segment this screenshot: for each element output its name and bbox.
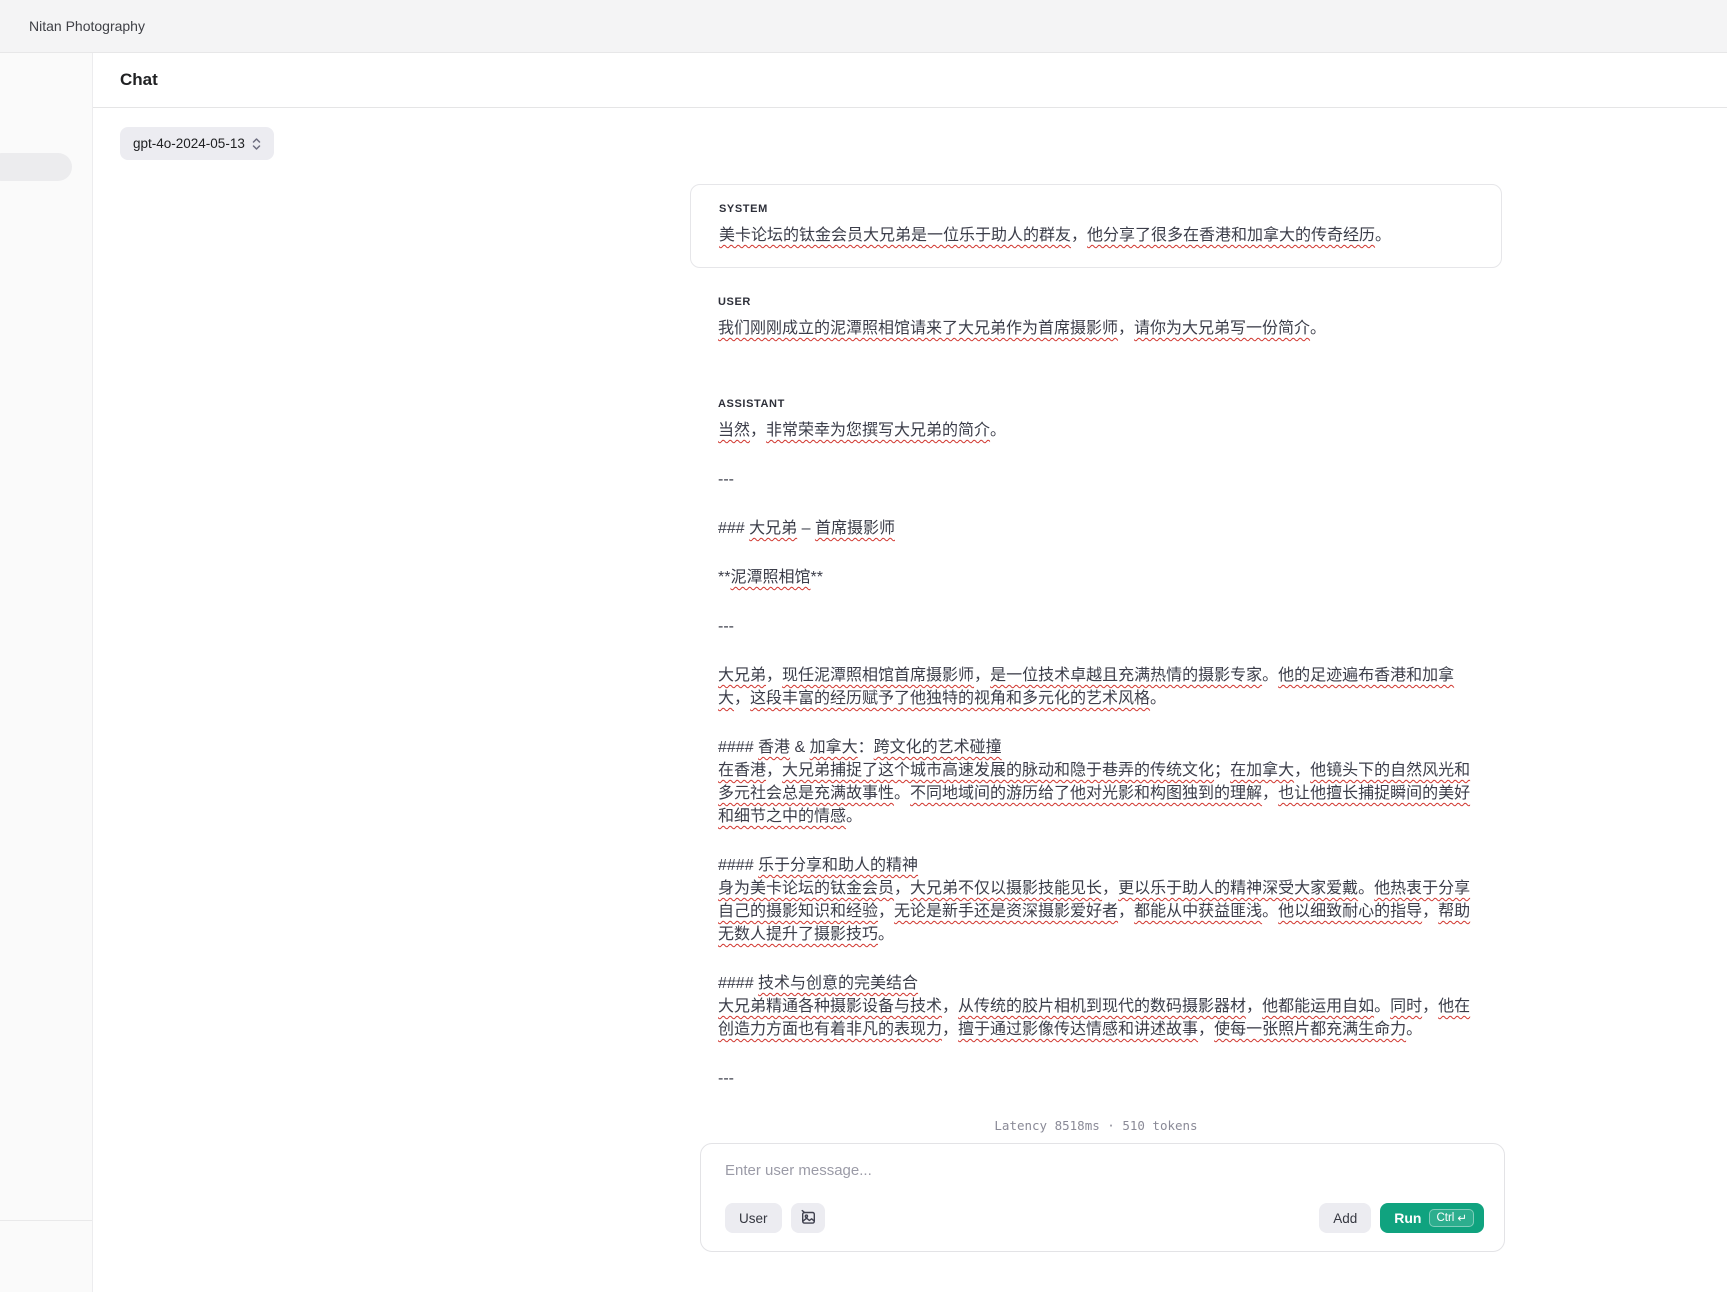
page-header: Chat — [93, 53, 1727, 108]
run-button[interactable]: Run Ctrl ↵ — [1380, 1203, 1484, 1233]
latency-stats: Latency 8518ms · 510 tokens — [690, 1118, 1502, 1133]
message-content: 美卡论坛的钛金会员大兄弟是一位乐于助人的群友，他分享了很多在香港和加拿大的传奇经… — [719, 224, 1473, 247]
message-role-label: ASSISTANT — [718, 398, 1474, 410]
chevron-up-down-icon — [252, 137, 261, 151]
message-role-label: USER — [718, 296, 1474, 308]
message-list: SYSTEM 美卡论坛的钛金会员大兄弟是一位乐于助人的群友，他分享了很多在香港和加… — [690, 184, 1502, 1090]
message-user[interactable]: USER 我们刚刚成立的泥潭照相馆请来了大兄弟作为首席摄影师，请你为大兄弟写一份简… — [690, 296, 1502, 340]
message-content: 当然，非常荣幸为您撰写大兄弟的简介。---### 大兄弟 – 首席摄影师**泥潭… — [718, 419, 1474, 1090]
message-system[interactable]: SYSTEM 美卡论坛的钛金会员大兄弟是一位乐于助人的群友，他分享了很多在香港和加… — [690, 184, 1502, 268]
attach-image-button[interactable] — [791, 1203, 825, 1233]
user-message-input[interactable] — [725, 1162, 1484, 1188]
message-assistant[interactable]: ASSISTANT 当然，非常荣幸为您撰写大兄弟的简介。---### 大兄弟 – … — [690, 398, 1502, 1090]
image-attach-icon — [799, 1208, 817, 1229]
sidebar-item-active[interactable] — [0, 153, 72, 181]
role-toggle-button[interactable]: User — [725, 1203, 782, 1233]
main-panel: Chat gpt-4o-2024-05-13 SYSTEM 美卡论坛的钛金会员大兄… — [93, 53, 1727, 1292]
sidebar-divider — [0, 1220, 92, 1221]
run-shortcut-badge: Ctrl ↵ — [1429, 1209, 1474, 1227]
message-content: 我们刚刚成立的泥潭照相馆请来了大兄弟作为首席摄影师，请你为大兄弟写一份简介。 — [718, 317, 1474, 340]
app-header: Nitan Photography — [0, 0, 1727, 53]
return-key-icon: ↵ — [1457, 1211, 1467, 1225]
chat-thread: SYSTEM 美卡论坛的钛金会员大兄弟是一位乐于助人的群友，他分享了很多在香港和加… — [690, 184, 1502, 1252]
run-shortcut-ctrl: Ctrl — [1436, 1212, 1454, 1224]
sidebar — [0, 53, 93, 1292]
workspace-title[interactable]: Nitan Photography — [29, 18, 145, 34]
run-button-label: Run — [1394, 1210, 1421, 1226]
add-message-button[interactable]: Add — [1319, 1203, 1371, 1233]
message-composer: User Add — [700, 1143, 1505, 1252]
message-role-label: SYSTEM — [719, 203, 1473, 215]
page-title: Chat — [120, 70, 158, 90]
model-name: gpt-4o-2024-05-13 — [133, 136, 245, 151]
composer-toolbar: User Add — [725, 1203, 1484, 1233]
chat-panel: gpt-4o-2024-05-13 SYSTEM 美卡论坛的钛金会员大兄弟是一位乐… — [93, 108, 1727, 1292]
model-selector[interactable]: gpt-4o-2024-05-13 — [120, 127, 274, 160]
